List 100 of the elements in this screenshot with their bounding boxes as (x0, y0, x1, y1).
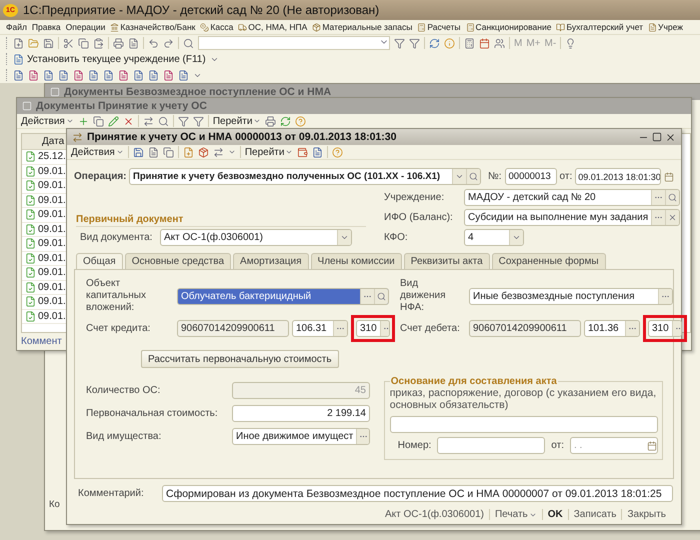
menu-item[interactable]: Бухгалтерский учет (556, 22, 644, 32)
search-button[interactable] (466, 169, 480, 184)
caret-icon[interactable] (66, 117, 74, 125)
help-icon[interactable] (332, 146, 344, 158)
calculator-icon[interactable] (464, 38, 475, 48)
actions-menu[interactable]: Действия (71, 146, 124, 158)
wallet-icon[interactable] (297, 146, 308, 158)
filter-icon[interactable] (394, 38, 405, 48)
search-icon[interactable] (158, 116, 169, 126)
help-icon[interactable] (295, 116, 306, 126)
new-document-icon[interactable] (13, 38, 24, 48)
print-menu[interactable]: Печать (494, 509, 537, 520)
lightbulb-icon[interactable] (565, 38, 576, 48)
edit-icon[interactable] (108, 116, 119, 126)
menu-item[interactable]: Правка (32, 22, 61, 32)
tab[interactable]: Амортизация (233, 253, 309, 270)
save-icon[interactable] (132, 146, 144, 158)
search-button[interactable] (374, 288, 388, 304)
movement-type-field[interactable]: Иные безвозмездные поступления (469, 288, 673, 304)
menu-icon[interactable] (238, 22, 248, 32)
print-icon[interactable] (265, 116, 276, 126)
document-type-field[interactable]: Акт ОС-1(ф.0306001) (160, 228, 352, 246)
basis-field[interactable] (390, 416, 658, 433)
redo-icon[interactable] (163, 38, 174, 48)
save-icon[interactable] (43, 38, 54, 48)
set-organization-button[interactable]: Установить текущее учреждение (F11) (13, 54, 206, 64)
new-document-icon[interactable] (182, 146, 194, 158)
report-icon[interactable] (312, 146, 324, 158)
close-icon[interactable] (665, 132, 676, 142)
swap-icon[interactable] (142, 116, 154, 126)
info-icon[interactable] (444, 38, 455, 48)
caret-icon[interactable] (455, 172, 464, 181)
menu-item[interactable]: Санкционирование (466, 22, 552, 32)
calendar-icon[interactable] (664, 172, 674, 182)
menu-icon[interactable] (200, 22, 210, 32)
menu-icon[interactable] (312, 22, 322, 32)
account-code-field[interactable]: 101.36 (584, 320, 640, 337)
menu-icon[interactable] (466, 22, 475, 32)
kfo-field[interactable]: 4 (464, 228, 524, 246)
copy-icon[interactable] (92, 116, 104, 126)
refresh-icon[interactable] (280, 116, 292, 126)
goto-menu[interactable]: Перейти (244, 146, 294, 158)
caret-icon[interactable] (253, 117, 262, 125)
tab[interactable]: Основные средства (124, 253, 232, 270)
caret-icon[interactable] (228, 148, 236, 156)
swap-icon[interactable] (212, 146, 224, 158)
footer-button[interactable]: Акт ОС-1(ф.0306001) (384, 509, 484, 520)
capital-object-field[interactable]: Облучатель бактерицидный (177, 288, 389, 304)
filter-icon[interactable] (192, 116, 204, 126)
funding-field[interactable]: Субсидии на выполнение мун задания (464, 208, 680, 226)
calendar-icon[interactable] (479, 38, 490, 48)
add-icon[interactable] (78, 116, 89, 126)
delete-icon[interactable] (122, 116, 134, 126)
account-field[interactable]: 90607014209900611 (469, 320, 581, 337)
footer-button[interactable]: Записать (574, 509, 616, 520)
number-field[interactable]: 2 199.14 (232, 405, 370, 422)
number-field[interactable]: 00000013 (504, 168, 557, 185)
account-code-field[interactable]: 106.31 (292, 320, 348, 337)
organization-field[interactable]: МАДОУ - детский сад № 20 (464, 188, 680, 206)
calculate-cost-button[interactable]: Рассчитать первоначальную стоимость (141, 350, 339, 368)
account-field[interactable]: 90607014209900611 (177, 320, 289, 337)
search-icon[interactable] (469, 172, 478, 181)
menu-item[interactable]: ОС, НМА, НПА (238, 22, 308, 32)
search-icon[interactable] (668, 192, 677, 202)
tab[interactable]: Сохраненные формы (492, 253, 606, 270)
dropdown-button[interactable] (509, 230, 523, 244)
goto-menu[interactable]: Перейти (212, 116, 262, 126)
menu-item[interactable]: Касса (200, 22, 234, 32)
search-button[interactable] (665, 190, 679, 204)
clear-button[interactable] (665, 210, 679, 224)
menu-item[interactable]: Учреж (648, 22, 683, 32)
caret-icon[interactable] (285, 148, 294, 156)
copy-icon[interactable] (78, 38, 89, 48)
menu-item[interactable]: Казначейство/Банк (110, 22, 196, 32)
date-field[interactable]: 09.01.2013 18:01:30 (575, 168, 662, 185)
close-icon[interactable] (668, 212, 678, 222)
caret-icon[interactable] (116, 148, 124, 156)
menu-icon[interactable] (110, 22, 120, 32)
cut-icon[interactable] (63, 38, 74, 48)
calendar-icon[interactable] (647, 440, 657, 450)
dropdown-button[interactable] (337, 230, 351, 244)
folder-icon[interactable] (28, 38, 39, 48)
undo-icon[interactable] (148, 38, 159, 48)
footer-button[interactable]: Закрыть (627, 509, 666, 520)
tab[interactable]: Члены комиссии (310, 253, 402, 270)
footer-button[interactable]: OK (548, 509, 563, 520)
menu-icon[interactable] (417, 22, 426, 32)
filter-icon[interactable] (409, 38, 420, 48)
operation-field[interactable]: Принятие к учету безвозмездно полученных ОС (101.XX - 106.X1) (129, 168, 481, 185)
property-type-field[interactable]: Иное движимое имущест (232, 428, 370, 445)
tab[interactable]: Общая (76, 253, 123, 270)
menu-item[interactable]: Расчеты (417, 22, 461, 32)
actions-menu[interactable]: Действия (21, 116, 74, 126)
dropdown-button[interactable] (452, 169, 466, 184)
kosgu-field[interactable]: 310 (356, 320, 390, 337)
menu-icon[interactable] (556, 22, 566, 32)
menu-icon[interactable] (648, 22, 658, 32)
search-field[interactable] (198, 36, 390, 50)
paste-icon[interactable] (93, 38, 104, 48)
kosgu-field[interactable]: 310 (648, 320, 682, 337)
